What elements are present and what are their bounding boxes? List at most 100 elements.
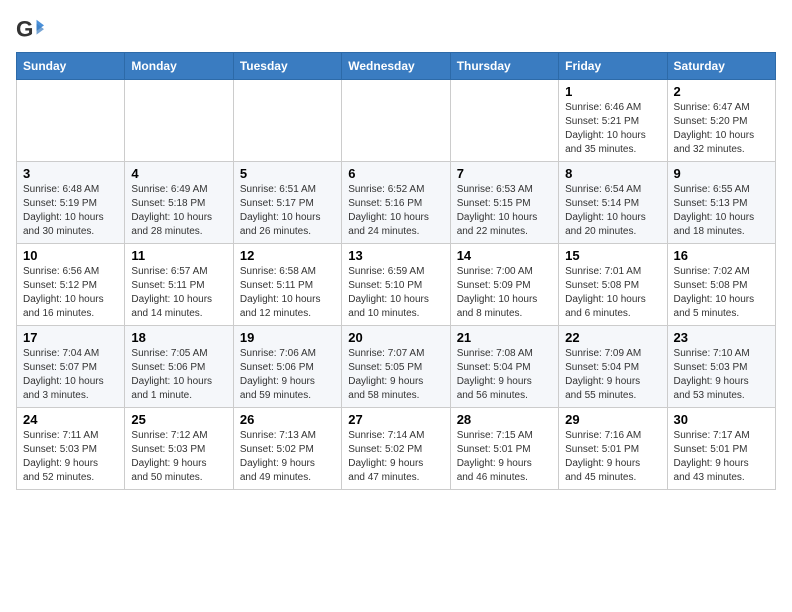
day-number: 11 [131,248,226,263]
calendar-cell: 23 Sunrise: 7:10 AM Sunset: 5:03 PM Dayli… [667,326,775,408]
calendar-cell: 18 Sunrise: 7:05 AM Sunset: 5:06 PM Dayli… [125,326,233,408]
calendar-cell: 8 Sunrise: 6:54 AM Sunset: 5:14 PM Daylig… [559,162,667,244]
day-number: 12 [240,248,335,263]
calendar-cell: 30 Sunrise: 7:17 AM Sunset: 5:01 PM Dayli… [667,408,775,490]
day-info: Sunrise: 6:58 AM Sunset: 5:11 PM Dayligh… [240,265,335,321]
calendar-cell: 24Sunrise: 7:11 AM Sunset: 5:03 PM Dayli… [17,408,125,490]
calendar-cell: 27 Sunrise: 7:14 AM Sunset: 5:02 PM Dayli… [342,408,450,490]
day-number: 30 [674,412,769,427]
header-sunday: Sunday [17,53,125,80]
day-info: Sunrise: 7:09 AM Sunset: 5:04 PM Dayligh… [565,347,660,403]
calendar-cell: 5 Sunrise: 6:51 AM Sunset: 5:17 PM Daylig… [233,162,341,244]
day-number: 2 [674,84,769,99]
day-number: 1 [565,84,660,99]
day-info: Sunrise: 7:15 AM Sunset: 5:01 PM Dayligh… [457,429,552,485]
day-info: Sunrise: 7:04 AM Sunset: 5:07 PM Dayligh… [23,347,118,403]
day-info: Sunrise: 6:48 AM Sunset: 5:19 PM Dayligh… [23,183,118,239]
day-number: 21 [457,330,552,345]
calendar-cell: 17 Sunrise: 7:04 AM Sunset: 5:07 PM Dayli… [17,326,125,408]
day-info: Sunrise: 7:17 AM Sunset: 5:01 PM Dayligh… [674,429,769,485]
calendar-cell: 6 Sunrise: 6:52 AM Sunset: 5:16 PM Daylig… [342,162,450,244]
calendar-cell: 16Sunrise: 7:02 AM Sunset: 5:08 PM Dayli… [667,244,775,326]
day-info: Sunrise: 6:55 AM Sunset: 5:13 PM Dayligh… [674,183,769,239]
day-number: 9 [674,166,769,181]
calendar-cell: 1 Sunrise: 6:46 AM Sunset: 5:21 PM Daylig… [559,80,667,162]
header-tuesday: Tuesday [233,53,341,80]
day-info: Sunrise: 6:59 AM Sunset: 5:10 PM Dayligh… [348,265,443,321]
calendar-cell: 9 Sunrise: 6:55 AM Sunset: 5:13 PM Daylig… [667,162,775,244]
day-info: Sunrise: 6:46 AM Sunset: 5:21 PM Dayligh… [565,101,660,157]
calendar-cell [233,80,341,162]
calendar-cell: 4 Sunrise: 6:49 AM Sunset: 5:18 PM Daylig… [125,162,233,244]
day-info: Sunrise: 7:08 AM Sunset: 5:04 PM Dayligh… [457,347,552,403]
day-info: Sunrise: 7:13 AM Sunset: 5:02 PM Dayligh… [240,429,335,485]
page-header: G [16,16,776,44]
calendar-cell: 20 Sunrise: 7:07 AM Sunset: 5:05 PM Dayli… [342,326,450,408]
day-number: 17 [23,330,118,345]
day-number: 26 [240,412,335,427]
day-number: 14 [457,248,552,263]
header-wednesday: Wednesday [342,53,450,80]
calendar-cell [125,80,233,162]
calendar-cell: 3 Sunrise: 6:48 AM Sunset: 5:19 PM Daylig… [17,162,125,244]
header-monday: Monday [125,53,233,80]
day-number: 23 [674,330,769,345]
day-number: 6 [348,166,443,181]
calendar-table: SundayMondayTuesdayWednesdayThursdayFrid… [16,52,776,490]
day-number: 29 [565,412,660,427]
calendar-cell: 12 Sunrise: 6:58 AM Sunset: 5:11 PM Dayli… [233,244,341,326]
day-number: 5 [240,166,335,181]
day-number: 27 [348,412,443,427]
day-number: 7 [457,166,552,181]
day-info: Sunrise: 7:07 AM Sunset: 5:05 PM Dayligh… [348,347,443,403]
logo-icon: G [16,16,44,44]
calendar-cell: 22Sunrise: 7:09 AM Sunset: 5:04 PM Dayli… [559,326,667,408]
day-info: Sunrise: 7:00 AM Sunset: 5:09 PM Dayligh… [457,265,552,321]
calendar-week-1: 3 Sunrise: 6:48 AM Sunset: 5:19 PM Daylig… [17,162,776,244]
day-info: Sunrise: 6:49 AM Sunset: 5:18 PM Dayligh… [131,183,226,239]
logo: G [16,16,48,44]
calendar-cell: 29Sunrise: 7:16 AM Sunset: 5:01 PM Dayli… [559,408,667,490]
day-info: Sunrise: 7:14 AM Sunset: 5:02 PM Dayligh… [348,429,443,485]
day-info: Sunrise: 6:51 AM Sunset: 5:17 PM Dayligh… [240,183,335,239]
day-number: 8 [565,166,660,181]
calendar-cell: 15 Sunrise: 7:01 AM Sunset: 5:08 PM Dayli… [559,244,667,326]
day-info: Sunrise: 7:02 AM Sunset: 5:08 PM Dayligh… [674,265,769,321]
day-number: 15 [565,248,660,263]
day-info: Sunrise: 6:52 AM Sunset: 5:16 PM Dayligh… [348,183,443,239]
calendar-cell: 28Sunrise: 7:15 AM Sunset: 5:01 PM Dayli… [450,408,558,490]
calendar-week-2: 10 Sunrise: 6:56 AM Sunset: 5:12 PM Dayli… [17,244,776,326]
day-number: 10 [23,248,118,263]
day-info: Sunrise: 7:06 AM Sunset: 5:06 PM Dayligh… [240,347,335,403]
header-friday: Friday [559,53,667,80]
calendar-cell: 21 Sunrise: 7:08 AM Sunset: 5:04 PM Dayli… [450,326,558,408]
day-info: Sunrise: 6:54 AM Sunset: 5:14 PM Dayligh… [565,183,660,239]
calendar-cell: 13 Sunrise: 6:59 AM Sunset: 5:10 PM Dayli… [342,244,450,326]
calendar-cell: 26 Sunrise: 7:13 AM Sunset: 5:02 PM Dayli… [233,408,341,490]
calendar-cell [17,80,125,162]
day-info: Sunrise: 6:56 AM Sunset: 5:12 PM Dayligh… [23,265,118,321]
header-saturday: Saturday [667,53,775,80]
day-number: 20 [348,330,443,345]
day-number: 4 [131,166,226,181]
day-number: 18 [131,330,226,345]
day-info: Sunrise: 7:10 AM Sunset: 5:03 PM Dayligh… [674,347,769,403]
calendar-week-3: 17 Sunrise: 7:04 AM Sunset: 5:07 PM Dayli… [17,326,776,408]
svg-text:G: G [16,17,33,42]
header-thursday: Thursday [450,53,558,80]
day-info: Sunrise: 6:53 AM Sunset: 5:15 PM Dayligh… [457,183,552,239]
calendar-cell: 2Sunrise: 6:47 AM Sunset: 5:20 PM Daylig… [667,80,775,162]
day-info: Sunrise: 7:05 AM Sunset: 5:06 PM Dayligh… [131,347,226,403]
calendar-cell [342,80,450,162]
day-number: 3 [23,166,118,181]
day-info: Sunrise: 7:01 AM Sunset: 5:08 PM Dayligh… [565,265,660,321]
calendar-cell: 11Sunrise: 6:57 AM Sunset: 5:11 PM Dayli… [125,244,233,326]
day-info: Sunrise: 7:11 AM Sunset: 5:03 PM Dayligh… [23,429,118,485]
calendar-cell [450,80,558,162]
calendar-cell: 19 Sunrise: 7:06 AM Sunset: 5:06 PM Dayli… [233,326,341,408]
calendar-cell: 10 Sunrise: 6:56 AM Sunset: 5:12 PM Dayli… [17,244,125,326]
calendar-header-row: SundayMondayTuesdayWednesdayThursdayFrid… [17,53,776,80]
day-number: 13 [348,248,443,263]
day-number: 19 [240,330,335,345]
calendar-cell: 7 Sunrise: 6:53 AM Sunset: 5:15 PM Daylig… [450,162,558,244]
